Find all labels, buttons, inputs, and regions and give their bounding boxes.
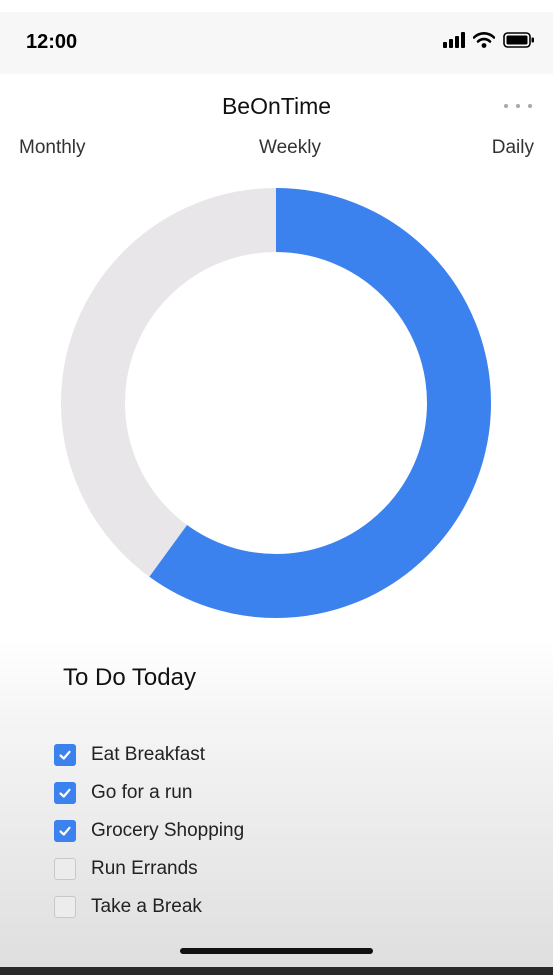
checkbox[interactable]: [54, 820, 76, 842]
app-title: BeOnTime: [221, 93, 332, 119]
todo-section-title: To Do Today: [63, 664, 196, 691]
checkbox[interactable]: [54, 744, 76, 766]
tab-daily[interactable]: Daily: [492, 137, 534, 159]
todo-item-label: Go for a run: [91, 782, 193, 803]
todo-list: Eat Breakfast Go for a run Grocery Shopp…: [54, 736, 244, 926]
todo-item-run-errands[interactable]: Run Errands: [54, 850, 244, 888]
checkmark-icon: [59, 750, 71, 760]
todo-item-label: Eat Breakfast: [91, 744, 206, 765]
todo-item-grocery-shopping[interactable]: Grocery Shopping: [54, 812, 244, 850]
status-time: 12:00: [26, 31, 78, 53]
todo-item-label: Take a Break: [91, 896, 202, 917]
checkbox[interactable]: [54, 782, 76, 804]
more-options-icon[interactable]: [501, 93, 535, 119]
checkmark-icon: [59, 788, 71, 798]
battery-icon: [503, 32, 534, 48]
todo-item-eat-breakfast[interactable]: Eat Breakfast: [54, 736, 244, 774]
checkbox[interactable]: [54, 858, 76, 880]
cellular-signal-icon: [443, 32, 465, 48]
wifi-icon: [473, 32, 495, 48]
checkbox[interactable]: [54, 896, 76, 918]
progress-donut-chart: [61, 188, 491, 618]
todo-item-go-for-a-run[interactable]: Go for a run: [54, 774, 244, 812]
home-indicator[interactable]: [180, 948, 373, 954]
tab-weekly[interactable]: Weekly: [0, 137, 553, 159]
bottom-edge: [0, 967, 553, 975]
todo-item-label: Run Errands: [91, 858, 198, 879]
status-bar: 12:00: [0, 12, 553, 74]
checkmark-icon: [59, 826, 71, 836]
status-icons: [443, 32, 535, 48]
todo-item-label: Grocery Shopping: [91, 820, 245, 841]
todo-item-take-a-break[interactable]: Take a Break: [54, 888, 244, 926]
